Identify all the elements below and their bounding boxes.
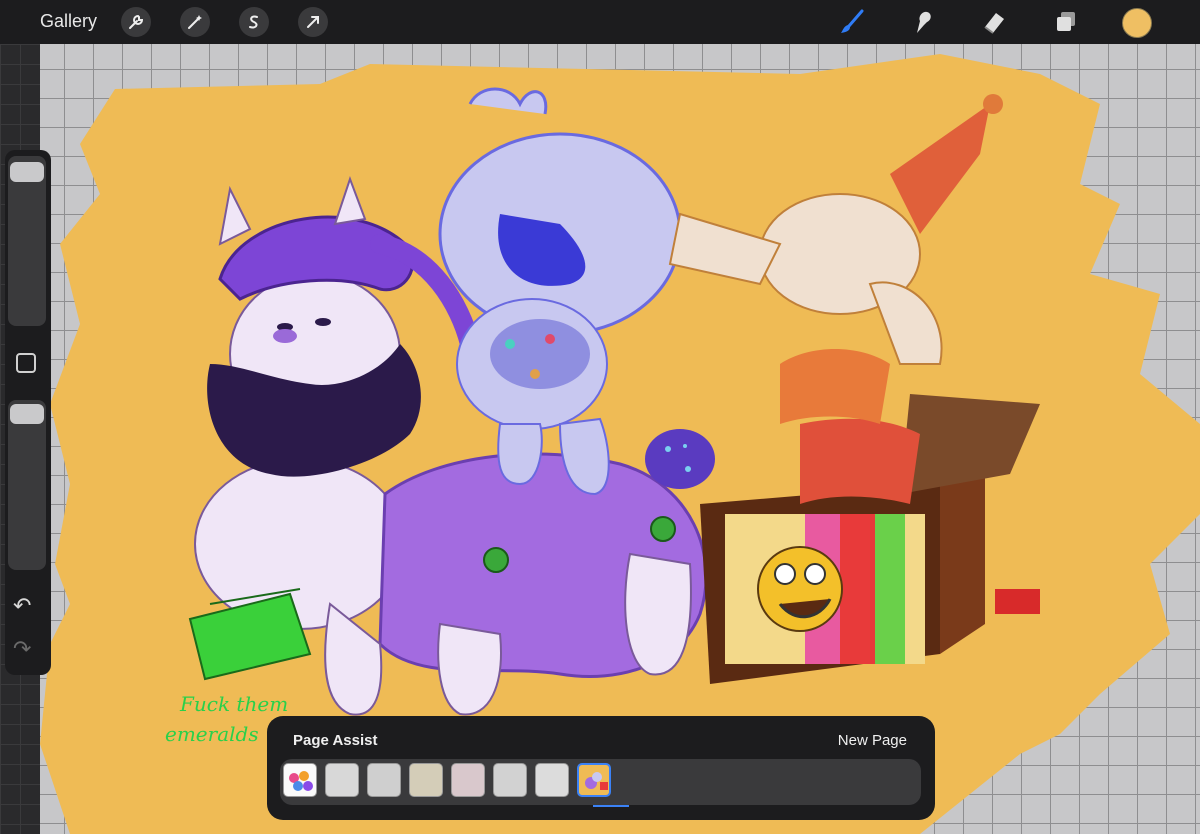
- page-thumbnail-selected[interactable]: [577, 763, 611, 797]
- page-thumbnail[interactable]: [325, 763, 359, 797]
- new-page-button[interactable]: New Page: [838, 732, 907, 749]
- opacity-slider[interactable]: [8, 400, 46, 570]
- selected-page-indicator: [593, 805, 629, 807]
- handwritten-note-line2: emeralds: [165, 722, 259, 746]
- page-assist-panel: Page Assist New Page: [267, 716, 935, 820]
- brush-size-slider[interactable]: [8, 156, 46, 326]
- page-thumbnail[interactable]: [493, 763, 527, 797]
- modify-button[interactable]: [16, 353, 36, 373]
- transform-arrow-icon[interactable]: [298, 7, 328, 37]
- magic-wand-icon[interactable]: [180, 7, 210, 37]
- brush-icon[interactable]: [836, 6, 868, 38]
- undo-icon[interactable]: ↶: [13, 595, 31, 617]
- page-thumbnail[interactable]: [535, 763, 569, 797]
- page-thumbnail[interactable]: [367, 763, 401, 797]
- color-picker-swatch[interactable]: [1122, 8, 1152, 38]
- page-thumbnail[interactable]: [283, 763, 317, 797]
- smudge-icon[interactable]: [906, 6, 938, 38]
- page-thumbnail[interactable]: [451, 763, 485, 797]
- left-sidebar: ↶ ↷: [5, 150, 51, 675]
- opacity-slider-thumb[interactable]: [10, 404, 44, 424]
- wrench-icon[interactable]: [121, 7, 151, 37]
- top-toolbar: Gallery: [0, 0, 1200, 44]
- page-thumbnail[interactable]: [409, 763, 443, 797]
- handwritten-note-line1: Fuck them: [179, 692, 288, 716]
- brush-size-slider-thumb[interactable]: [10, 162, 44, 182]
- eraser-icon[interactable]: [978, 6, 1010, 38]
- redo-icon[interactable]: ↷: [13, 638, 31, 660]
- selection-icon[interactable]: [239, 7, 269, 37]
- layers-icon[interactable]: [1050, 6, 1082, 38]
- page-assist-title: Page Assist: [293, 732, 378, 749]
- page-thumbnail-strip: [280, 759, 921, 807]
- gallery-button[interactable]: Gallery: [40, 11, 97, 32]
